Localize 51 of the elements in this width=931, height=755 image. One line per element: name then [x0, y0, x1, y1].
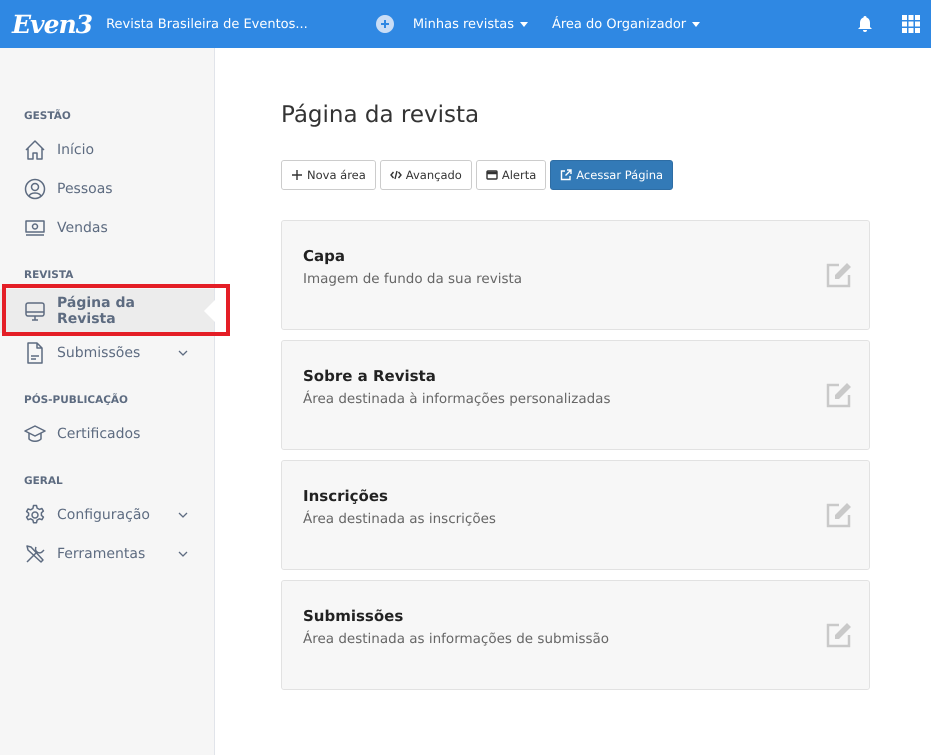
sidebar-item[interactable]: Vendas — [0, 208, 214, 247]
sidebar-item[interactable]: Configuração — [0, 495, 214, 534]
section-heading: REVISTA — [23, 269, 74, 281]
section-card[interactable]: Submissões Área destinada as informações de submissão — [281, 580, 870, 690]
card-description: Imagem de fundo da sua revista — [303, 271, 524, 287]
section-heading: GERAL — [23, 475, 64, 487]
menu-dropdown[interactable]: Área do Organizador — [552, 16, 700, 32]
window-icon — [486, 169, 498, 181]
code-icon — [390, 169, 402, 181]
logo[interactable]: Even3 — [12, 10, 92, 38]
sidebar-item[interactable]: Ferramentas — [0, 534, 214, 573]
card-title: Capa — [303, 247, 346, 265]
section-heading: GESTÃO — [23, 110, 72, 122]
caret-down-icon — [692, 22, 700, 26]
menu-dropdown[interactable]: Minhas revistas — [412, 16, 528, 32]
chevron-down-icon[interactable] — [178, 550, 188, 556]
sidebar-item[interactable]: Início — [0, 130, 214, 169]
bell-icon[interactable] — [856, 15, 874, 33]
person-icon — [24, 178, 46, 200]
monitor-icon — [24, 300, 46, 322]
journal-title[interactable]: Revista Brasileira de Eventos... — [106, 16, 308, 32]
sidebar-item[interactable]: Pessoas — [0, 169, 214, 208]
card-title: Sobre a Revista — [303, 367, 437, 385]
plus-icon — [291, 169, 303, 181]
external-link-icon — [560, 169, 572, 181]
sidebar-item[interactable]: Certificados — [0, 414, 214, 453]
apps-grid-icon[interactable] — [902, 15, 920, 33]
add-icon[interactable] — [376, 15, 394, 33]
section-card[interactable]: Inscrições Área destinada as inscrições — [281, 460, 870, 570]
sidebar-item[interactable]: Submissões — [0, 333, 214, 372]
sidebar-item[interactable]: Página da Revista — [0, 289, 214, 333]
toolbar-button[interactable]: Alerta — [476, 160, 546, 190]
chevron-down-icon[interactable] — [178, 512, 188, 518]
card-description: Área destinada à informações personalizadas — [303, 391, 612, 407]
toolbar-button[interactable]: Nova área — [281, 160, 376, 190]
house-icon — [24, 138, 46, 160]
toolbar-button[interactable]: Acessar Página — [550, 160, 674, 190]
section-card[interactable]: Capa Imagem de fundo da sua revista — [281, 220, 870, 330]
card-title: Inscrições — [303, 487, 389, 505]
tools-icon — [24, 542, 46, 564]
card-title: Submissões — [303, 607, 404, 625]
page-title: Página da revista — [281, 102, 480, 128]
chevron-down-icon[interactable] — [178, 350, 188, 356]
graduation-cap-icon — [24, 422, 46, 444]
section-card[interactable]: Sobre a Revista Área destinada à informações personalizadas — [281, 340, 870, 450]
settings-icon — [24, 504, 46, 526]
caret-down-icon — [520, 22, 528, 26]
card-description: Área destinada as informações de submissão — [303, 631, 610, 647]
toolbar-button[interactable]: Avançado — [380, 160, 472, 190]
card-description: Área destinada as inscrições — [303, 511, 497, 527]
section-heading: PÓS-PUBLICAÇÃO — [23, 394, 129, 406]
